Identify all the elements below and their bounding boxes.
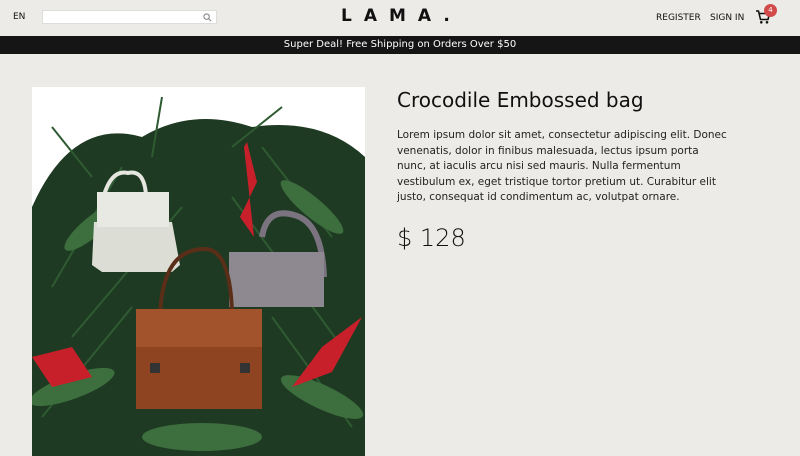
cart-badge: 4 xyxy=(764,4,777,17)
brand-logo[interactable]: LAMA. xyxy=(341,6,462,26)
search-input[interactable] xyxy=(43,17,198,30)
search-icon[interactable] xyxy=(203,13,212,22)
register-link[interactable]: REGISTER xyxy=(656,13,701,23)
product-description: Lorem ipsum dolor sit amet, consectetur … xyxy=(397,129,727,203)
search-box[interactable] xyxy=(42,10,217,30)
product-info: Crocodile Embossed bag Lorem ipsum dolor… xyxy=(397,88,727,252)
announcement-bar: Super Deal! Free Shipping on Orders Over… xyxy=(0,36,800,54)
navbar: EN LAMA. REGISTER SIGN IN 4 xyxy=(0,0,800,36)
product-price: $ 128 xyxy=(397,223,466,252)
sign-in-link[interactable]: SIGN IN xyxy=(710,13,744,23)
product-image xyxy=(32,87,365,456)
product-title: Crocodile Embossed bag xyxy=(397,88,644,112)
language-selector[interactable]: EN xyxy=(13,12,25,22)
